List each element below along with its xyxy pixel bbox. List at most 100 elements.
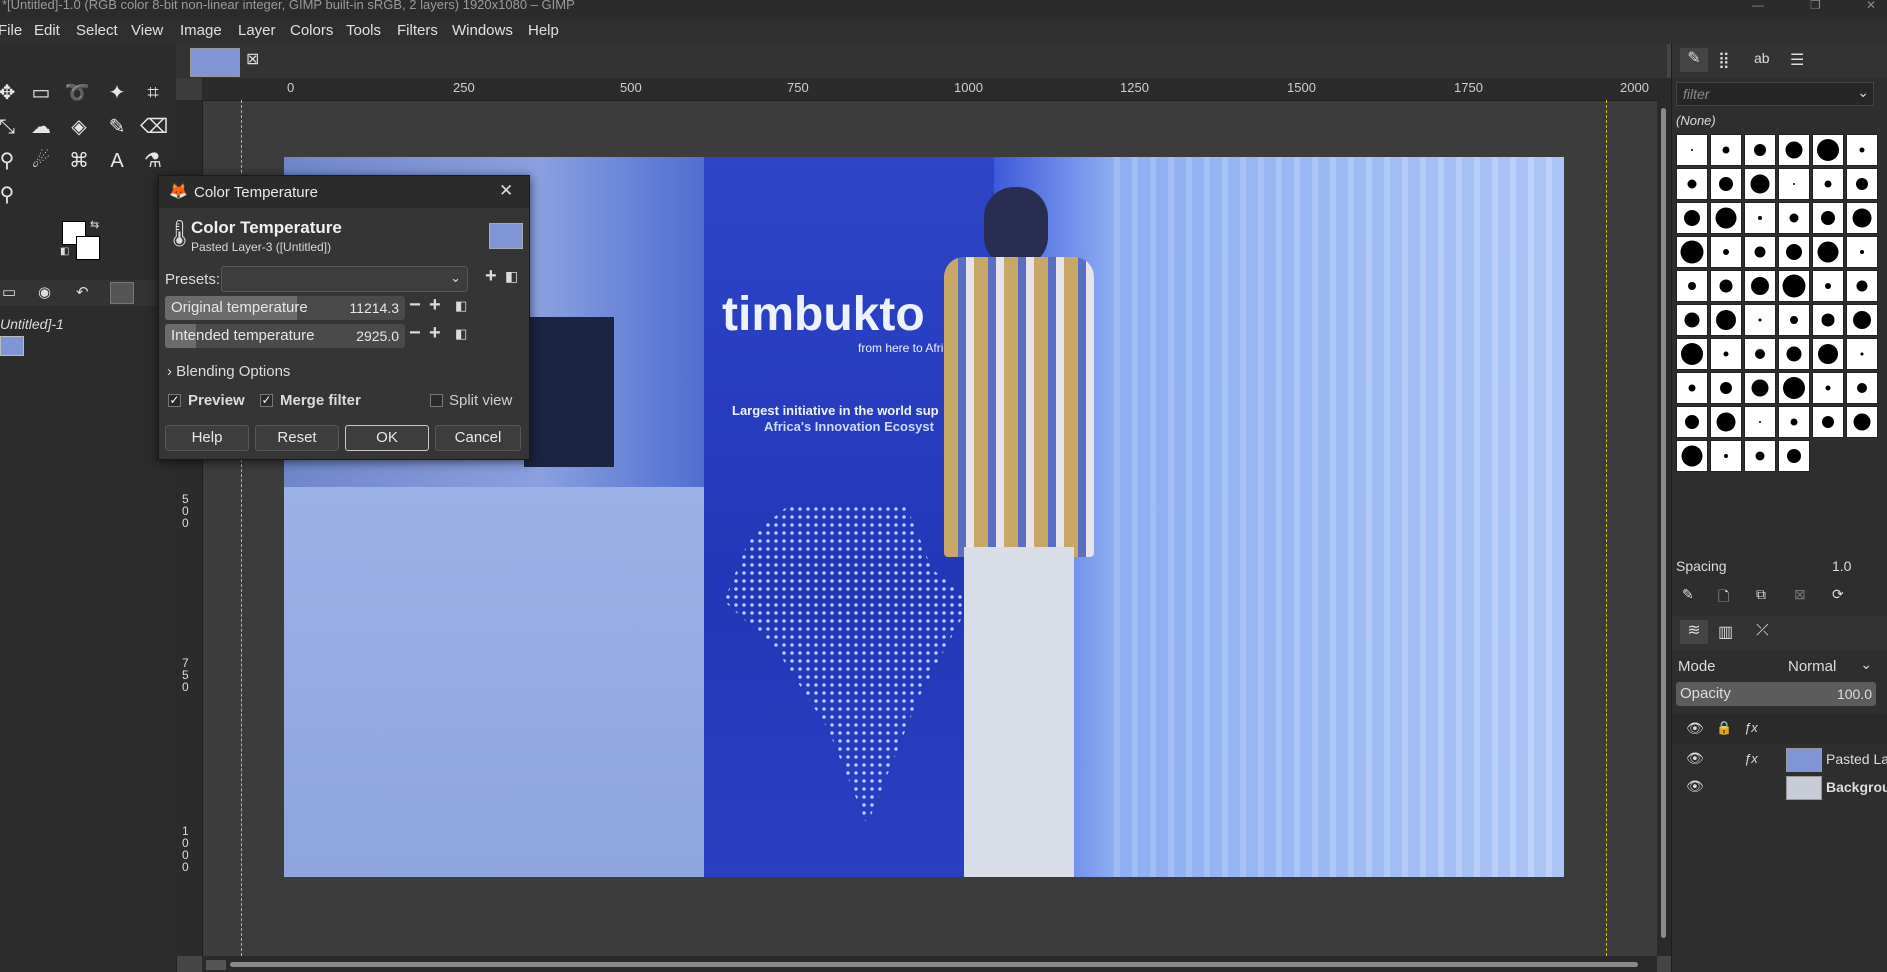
opacity-slider[interactable]: Opacity 100.0	[1676, 682, 1876, 706]
device-status-tab-icon[interactable]: ◉	[38, 283, 51, 301]
brush-tile[interactable]	[1778, 236, 1810, 268]
brush-tile[interactable]	[1778, 134, 1810, 166]
menu-select[interactable]: Select	[76, 22, 118, 39]
fx-icon[interactable]: ƒx	[1744, 751, 1758, 766]
reset-button[interactable]: Reset	[255, 425, 339, 451]
image-tab-thumbnail[interactable]	[190, 48, 240, 77]
ok-button[interactable]: OK	[345, 425, 429, 451]
brush-tile[interactable]	[1846, 372, 1878, 404]
fuzzy-select-tool-icon[interactable]: ✦	[104, 80, 130, 106]
brush-tile[interactable]	[1676, 372, 1708, 404]
brush-tile[interactable]	[1812, 202, 1844, 234]
warp-tool-icon[interactable]: ☁	[28, 114, 54, 140]
brush-tile[interactable]	[1744, 236, 1776, 268]
brush-tile[interactable]	[1710, 372, 1742, 404]
brush-tile[interactable]	[1710, 134, 1742, 166]
brush-filter-input[interactable]: filter ⌄	[1676, 82, 1874, 106]
zoom-tool-icon[interactable]: ⚲	[0, 182, 20, 208]
original-temperature-value[interactable]: 11214.3	[349, 300, 399, 316]
menu-windows[interactable]: Windows	[452, 22, 513, 39]
move-tool-icon[interactable]: ✥	[0, 80, 20, 106]
brush-tile[interactable]	[1744, 270, 1776, 302]
chevron-down-icon[interactable]: ⌄	[1857, 84, 1869, 101]
brush-tile[interactable]	[1710, 440, 1742, 472]
presets-dropdown[interactable]: ⌄	[221, 266, 468, 292]
intended-temperature-slider[interactable]: Intended temperature 2925.0	[165, 324, 405, 348]
brush-tile[interactable]	[1676, 338, 1708, 370]
brush-tile[interactable]	[1778, 168, 1810, 200]
brush-tile[interactable]	[1846, 168, 1878, 200]
decrease-intended-icon[interactable]: −	[409, 322, 421, 345]
brush-tile[interactable]	[1812, 134, 1844, 166]
brush-tile[interactable]	[1676, 270, 1708, 302]
minimize-button[interactable]: —	[1752, 0, 1764, 12]
brush-tile[interactable]	[1710, 406, 1742, 438]
brush-tile[interactable]	[1778, 338, 1810, 370]
dialog-close-icon[interactable]: ✕	[499, 181, 513, 201]
brush-tile[interactable]	[1710, 168, 1742, 200]
menu-tools[interactable]: Tools	[346, 22, 381, 39]
cancel-button[interactable]: Cancel	[435, 425, 521, 451]
patterns-tab-icon[interactable]: ⣿	[1718, 50, 1730, 70]
text-tool-icon[interactable]: A	[104, 148, 130, 174]
layer-row[interactable]: 👁 ƒx Pasted La	[1672, 746, 1887, 774]
nav-corner-icon[interactable]	[206, 960, 226, 970]
brush-tile[interactable]	[1676, 134, 1708, 166]
preset-menu-icon[interactable]: ◧	[505, 268, 518, 285]
vertical-scrollbar[interactable]	[1657, 78, 1671, 956]
brush-tile[interactable]	[1846, 406, 1878, 438]
brush-tile[interactable]	[1676, 236, 1708, 268]
smudge-tool-icon[interactable]: ☄	[28, 148, 54, 174]
brush-tile[interactable]	[1744, 304, 1776, 336]
brush-tile[interactable]	[1744, 406, 1776, 438]
brush-tile[interactable]	[1778, 304, 1810, 336]
brush-tile[interactable]	[1676, 202, 1708, 234]
maximize-button[interactable]: ❐	[1810, 0, 1821, 12]
vertical-scroll-thumb[interactable]	[1661, 108, 1666, 938]
tool-options-tab-icon[interactable]: ▭	[2, 283, 16, 301]
paintbrush-tool-icon[interactable]: ✎	[104, 114, 130, 140]
menu-edit[interactable]: Edit	[34, 22, 60, 39]
opacity-value[interactable]: 100.0	[1837, 686, 1872, 702]
brush-tile[interactable]	[1812, 236, 1844, 268]
brush-tile[interactable]	[1676, 440, 1708, 472]
swap-colors-icon[interactable]: ⇆	[90, 218, 99, 231]
menu-filters[interactable]: Filters	[397, 22, 438, 39]
brushes-tab-icon[interactable]: ✎	[1680, 48, 1708, 72]
brush-tile[interactable]	[1846, 270, 1878, 302]
menu-view[interactable]: View	[131, 22, 163, 39]
brush-tile[interactable]	[1676, 168, 1708, 200]
layer-row[interactable]: 👁 Backgrou	[1672, 774, 1887, 802]
clone-tool-icon[interactable]: ⚲	[0, 148, 20, 174]
brush-tile[interactable]	[1744, 134, 1776, 166]
default-colors-icon[interactable]: ◧	[60, 246, 69, 257]
brush-tile[interactable]	[1812, 372, 1844, 404]
brush-tile[interactable]	[1744, 168, 1776, 200]
refresh-brushes-icon[interactable]: ⟳	[1832, 586, 1844, 603]
brush-tile[interactable]	[1846, 134, 1878, 166]
duplicate-brush-icon[interactable]: ⧉	[1756, 586, 1766, 603]
delete-brush-icon[interactable]: ⊠	[1794, 586, 1806, 603]
brush-tile[interactable]	[1778, 406, 1810, 438]
brush-tile[interactable]	[1812, 304, 1844, 336]
split-view-checkbox[interactable]	[430, 394, 443, 407]
brush-tile[interactable]	[1812, 270, 1844, 302]
channels-tab-icon[interactable]: ▥	[1718, 622, 1733, 642]
mode-dropdown[interactable]: Normal ⌄	[1784, 654, 1874, 678]
fonts-tab-icon[interactable]: ab	[1754, 50, 1770, 66]
brush-tile[interactable]	[1812, 338, 1844, 370]
close-image-tab-icon[interactable]: ⊠	[246, 49, 259, 69]
paths-tab-icon[interactable]: ⤫	[1756, 622, 1769, 640]
brush-tile[interactable]	[1710, 270, 1742, 302]
brush-tile[interactable]	[1710, 304, 1742, 336]
brush-grid[interactable]	[1676, 134, 1878, 472]
original-temperature-slider[interactable]: Original temperature 11214.3	[165, 296, 405, 320]
brush-tile[interactable]	[1778, 202, 1810, 234]
menu-colors[interactable]: Colors	[290, 22, 333, 39]
add-preset-icon[interactable]: +	[485, 265, 497, 288]
menu-layer[interactable]: Layer	[238, 22, 276, 39]
decrease-original-icon[interactable]: −	[409, 294, 421, 317]
brush-tile[interactable]	[1676, 406, 1708, 438]
preview-checkbox[interactable]: ✓	[168, 394, 181, 407]
menu-help[interactable]: Help	[528, 22, 559, 39]
